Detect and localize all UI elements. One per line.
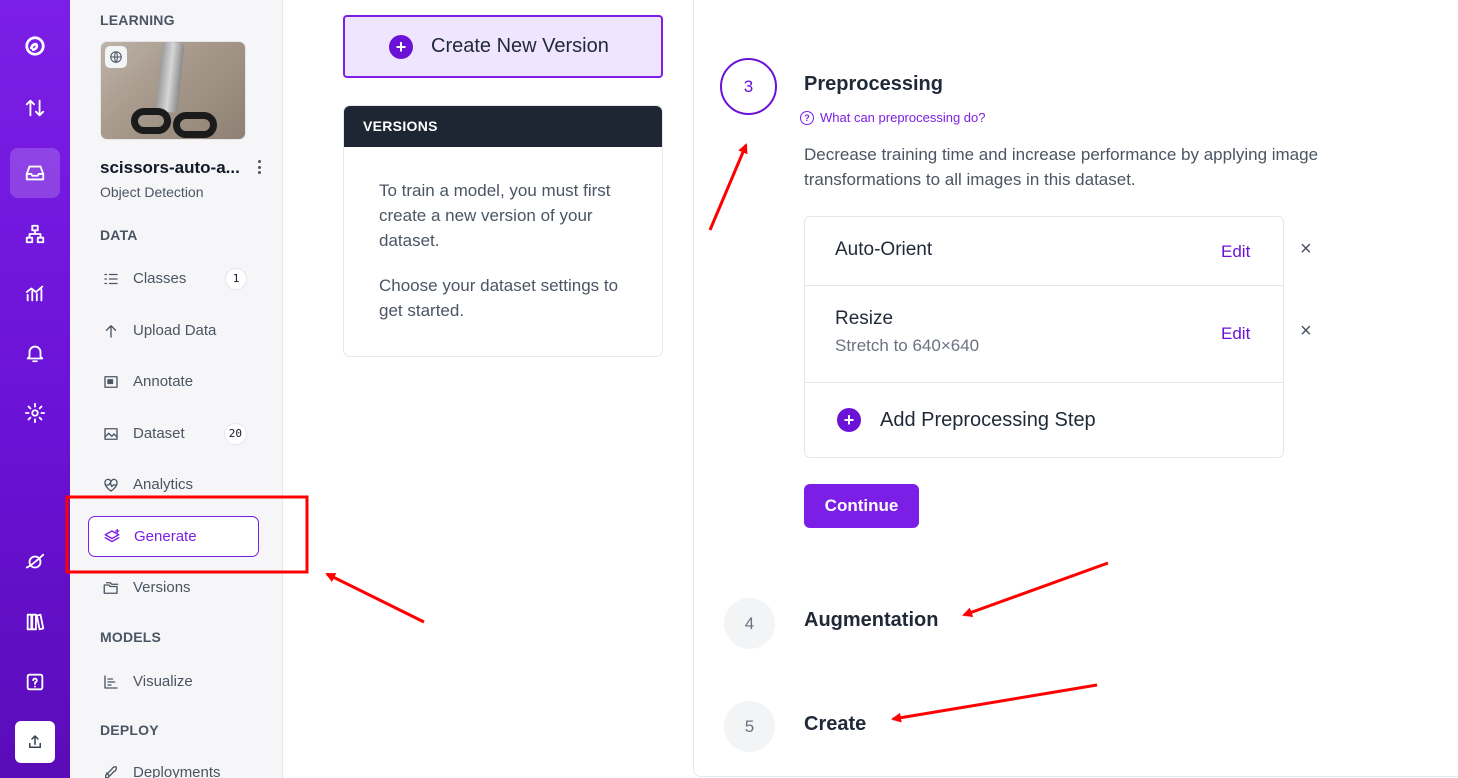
plus-icon: +: [389, 34, 413, 59]
add-preprocessing-step-button[interactable]: + Add Preprocessing Step: [837, 408, 1096, 432]
step-4-indicator: 4: [724, 598, 775, 649]
project-type: Object Detection: [100, 184, 204, 200]
books-icon[interactable]: [10, 597, 60, 647]
preprocessing-step-detail: Stretch to 640×640: [835, 336, 980, 355]
plus-icon: +: [837, 408, 861, 432]
project-sidebar: LEARNING scissors-auto-a... Object Detec…: [70, 0, 283, 778]
sidebar-item-upload-data[interactable]: Upload Data: [88, 310, 259, 351]
create-new-version-button[interactable]: + Create New Version: [343, 15, 663, 78]
project-thumbnail[interactable]: [100, 41, 246, 140]
preprocessing-step-name: Resize: [835, 308, 894, 329]
section-models: MODELS: [100, 629, 162, 645]
sidebar-item-label: Annotate: [133, 373, 194, 390]
kebab-menu-icon[interactable]: [254, 158, 264, 176]
versions-empty-text: To train a model, you must first create …: [379, 181, 611, 250]
app-root: LEARNING scissors-auto-a... Object Detec…: [0, 0, 1458, 778]
versions-card: VERSIONS To train a model, you must firs…: [343, 105, 663, 357]
sidebar-item-annotate[interactable]: Annotate: [88, 361, 259, 402]
help-icon[interactable]: [10, 657, 60, 707]
step-5-title[interactable]: Create: [804, 713, 866, 736]
globe-icon: [105, 46, 127, 68]
sidebar-item-label: Generate: [134, 528, 197, 545]
folders-icon: [103, 581, 119, 594]
remove-resize-close-icon[interactable]: ×: [1300, 320, 1312, 343]
section-data: DATA: [100, 227, 138, 243]
chart-icon[interactable]: [10, 268, 60, 318]
versions-header: VERSIONS: [344, 106, 662, 147]
sidebar-item-generate[interactable]: Generate: [88, 516, 259, 557]
sidebar-item-label: Analytics: [133, 476, 194, 493]
versions-hint-text: Choose your dataset settings to get star…: [379, 276, 619, 320]
step-5-indicator: 5: [724, 701, 775, 752]
step-3-indicator: 3: [720, 58, 777, 115]
add-preprocessing-step-label: Add Preprocessing Step: [880, 408, 1096, 431]
preprocessing-step-row: Auto-Orient Edit: [805, 217, 1283, 286]
section-deploy: DEPLOY: [100, 722, 159, 738]
heart-pulse-icon: [104, 478, 118, 492]
thumbnail-scissors-handle: [131, 108, 171, 134]
universe-icon[interactable]: [10, 537, 60, 587]
create-new-version-label: Create New Version: [431, 35, 609, 57]
arrow-up-icon: [105, 324, 117, 338]
preprocessing-help-link[interactable]: ? What can preprocessing do?: [800, 110, 985, 125]
upload-icon[interactable]: [15, 721, 55, 763]
bell-icon[interactable]: [10, 328, 60, 378]
edit-resize-button[interactable]: Edit: [1221, 324, 1250, 344]
remove-auto-orient-close-icon[interactable]: ×: [1300, 238, 1312, 261]
question-icon: ?: [800, 110, 814, 125]
preprocessing-step-name: Auto-Orient: [835, 239, 933, 260]
sidebar-item-classes[interactable]: Classes 1: [88, 258, 259, 299]
sidebar-item-versions[interactable]: Versions: [88, 567, 259, 608]
sidebar-item-label: Dataset: [133, 425, 185, 442]
sidebar-item-dataset[interactable]: Dataset 20: [88, 413, 259, 454]
step-3-title: Preprocessing: [804, 73, 943, 95]
rocket-icon: [105, 765, 118, 778]
help-link-label: What can preprocessing do?: [820, 110, 986, 125]
sidebar-item-analytics[interactable]: Analytics: [88, 464, 259, 505]
continue-button[interactable]: Continue: [804, 484, 919, 528]
workflow-icon[interactable]: [10, 209, 60, 259]
sidebar-item-visualize[interactable]: Visualize: [88, 661, 259, 702]
bar-chart-icon: [104, 674, 118, 689]
thumbnail-scissors-blade: [155, 42, 185, 113]
sidebar-item-label: Classes: [133, 270, 187, 287]
project-name[interactable]: scissors-auto-a...: [100, 158, 240, 178]
preprocessing-step-row: Resize Stretch to 640×640 Edit: [805, 286, 1283, 383]
sidebar-item-deployments[interactable]: Deployments: [88, 752, 259, 778]
edit-auto-orient-button[interactable]: Edit: [1221, 242, 1250, 262]
sidebar-item-label: Versions: [133, 579, 191, 596]
thumbnail-scissors-handle: [173, 112, 217, 138]
sidebar-item-label: Visualize: [133, 673, 193, 690]
arrows-updown-icon[interactable]: [10, 83, 60, 133]
classes-count-badge: 1: [225, 267, 247, 290]
inbox-icon[interactable]: [10, 148, 60, 198]
layers-sparkle-icon: [104, 528, 120, 542]
list-icon: [104, 273, 118, 284]
annotation-arrow: [325, 572, 425, 624]
sidebar-item-label: Deployments: [133, 764, 221, 778]
preprocessing-steps-card: Auto-Orient Edit Resize Stretch to 640×6…: [804, 216, 1284, 458]
workspace-label: LEARNING: [100, 12, 175, 28]
step-4-title[interactable]: Augmentation: [804, 609, 938, 632]
step-3-description: Decrease training time and increase perf…: [804, 145, 1319, 189]
logo-icon[interactable]: [10, 21, 60, 71]
icon-rail: [0, 0, 70, 778]
dataset-count-badge: 20: [223, 422, 247, 445]
gear-icon[interactable]: [10, 388, 60, 438]
sidebar-item-label: Upload Data: [133, 322, 217, 339]
image-icon: [104, 427, 118, 440]
annotate-icon: [104, 375, 118, 388]
